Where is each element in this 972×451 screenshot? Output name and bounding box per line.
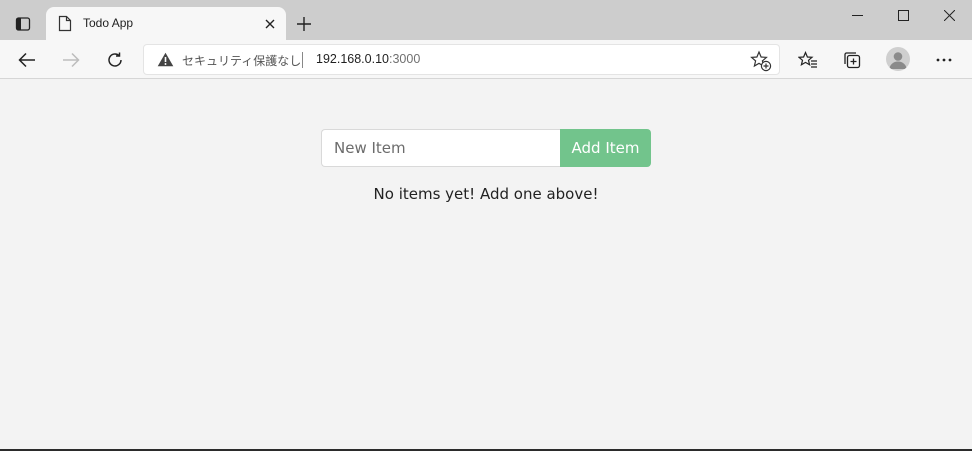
refresh-button[interactable] — [100, 45, 130, 75]
add-item-form: Add Item — [321, 129, 651, 167]
maximize-button[interactable] — [880, 0, 926, 30]
browser-toolbar: セキュリティ保護なし 192.168.0.10:3000 — [0, 40, 972, 79]
tab-actions-icon — [15, 17, 31, 31]
page-content: Add Item No items yet! Add one above! — [0, 79, 972, 451]
new-item-input[interactable] — [321, 129, 561, 167]
minimize-button[interactable] — [834, 0, 880, 30]
add-favorite-button[interactable] — [750, 50, 772, 72]
more-button[interactable] — [929, 45, 959, 75]
arrow-right-icon — [63, 52, 80, 68]
url-text[interactable]: 192.168.0.10:3000 — [316, 52, 420, 66]
tab-title: Todo App — [83, 16, 134, 30]
maximize-icon — [897, 9, 909, 21]
star-plus-icon — [750, 50, 772, 72]
address-separator — [302, 52, 303, 68]
browser-titlebar: Todo App — [0, 0, 972, 40]
browser-tab[interactable]: Todo App — [46, 7, 286, 40]
address-bar[interactable]: セキュリティ保護なし 192.168.0.10:3000 — [143, 44, 780, 75]
url-port: :3000 — [389, 52, 421, 66]
new-tab-button[interactable] — [291, 11, 317, 37]
back-button[interactable] — [12, 45, 42, 75]
page-icon — [58, 15, 72, 36]
minimize-icon — [851, 14, 863, 16]
add-item-button[interactable]: Add Item — [560, 129, 651, 167]
favorites-list-icon — [798, 51, 817, 68]
warning-icon[interactable] — [157, 52, 174, 71]
forward-button[interactable] — [56, 45, 86, 75]
refresh-icon — [108, 52, 122, 67]
avatar-icon — [889, 52, 907, 69]
profile-button[interactable] — [886, 47, 910, 71]
collections-icon — [844, 52, 861, 69]
tab-actions-button[interactable] — [8, 9, 38, 39]
collections-button[interactable] — [837, 45, 867, 75]
close-icon — [265, 19, 275, 29]
arrow-left-icon — [18, 52, 35, 68]
url-host: 192.168.0.10 — [316, 52, 389, 66]
empty-message: No items yet! Add one above! — [373, 185, 599, 203]
more-icon — [936, 58, 952, 62]
close-window-button[interactable] — [926, 0, 972, 30]
tab-close-button[interactable] — [260, 14, 280, 34]
security-label[interactable]: セキュリティ保護なし — [182, 52, 301, 69]
plus-icon — [297, 17, 311, 31]
close-icon — [943, 9, 955, 21]
favorites-button[interactable] — [793, 45, 823, 75]
